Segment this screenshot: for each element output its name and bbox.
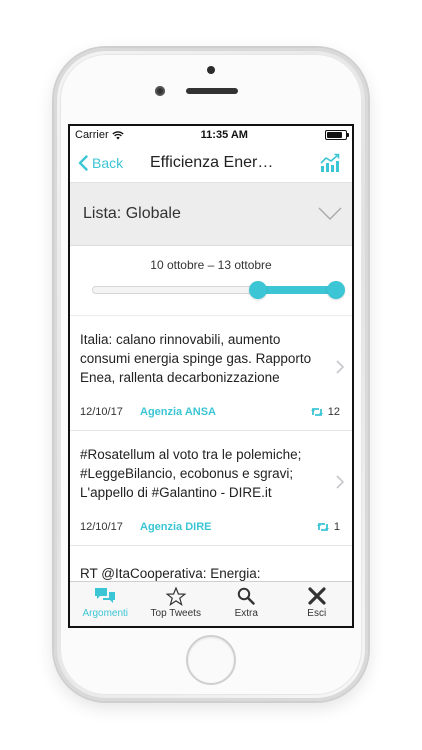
status-bar: Carrier 11:35 AM [70,126,352,144]
tab-label: Top Tweets [150,608,201,619]
carrier-label: Carrier [75,129,109,141]
tab-label: Argomenti [82,608,129,619]
slider-selection [257,286,336,294]
tab-top-tweets[interactable]: Top Tweets [141,582,212,626]
date-range-slider[interactable] [92,281,345,299]
app-screen: Carrier 11:35 AM Back Efficienza Ener… L… [68,124,354,628]
slider-start-handle[interactable] [248,281,267,299]
back-button[interactable]: Back [70,155,123,171]
tab-esci[interactable]: Esci [282,582,353,626]
retweet-icon [316,523,329,531]
nav-bar: Back Efficienza Ener… [70,144,352,183]
battery-fill [326,132,343,138]
close-icon [308,586,326,606]
chart-trend-icon[interactable] [320,153,340,173]
earpiece-speaker [186,88,238,94]
date-range: 10 ottobre – 13 ottobre [70,246,352,316]
tab-extra[interactable]: Extra [211,582,282,626]
tweet-text: #Rosatellum al voto tra le polemiche; #L… [80,447,302,500]
front-camera [155,86,165,96]
search-icon [237,586,255,606]
speech-bubbles-icon [94,586,116,606]
back-label: Back [92,155,124,171]
tweet-text: Italia: calano rinnovabili, aumento cons… [80,332,312,385]
slider-end-handle[interactable] [327,281,345,299]
date-range-label: 10 ottobre – 13 ottobre [150,258,272,272]
tweet-row[interactable]: Italia: calano rinnovabili, aumento cons… [70,316,352,431]
wifi-icon [111,130,124,139]
sensor-dot [207,66,215,74]
chevron-down-icon [318,207,342,220]
tab-bar: Argomenti Top Tweets Extra Esci [70,581,352,626]
retweet-count-value: 1 [333,521,340,533]
retweet-icon [310,408,323,416]
tab-label: Extra [234,608,258,619]
tweet-meta: 12/10/17 Agenzia DIRE 1 [80,521,340,533]
chevron-right-icon [336,360,344,374]
tweet-source[interactable]: Agenzia ANSA [140,406,216,418]
battery-icon [324,130,349,140]
status-time: 11:35 AM [200,129,248,141]
tweet-source[interactable]: Agenzia DIRE [140,521,212,533]
star-icon [165,586,186,606]
page-title: Efficienza Ener… [150,154,274,171]
retweet-count: 12 [310,406,340,418]
list-label: Lista: Globale [83,205,181,222]
tweet-date: 12/10/17 [80,521,123,533]
tweet-row[interactable]: #Rosatellum al voto tra le polemiche; #L… [70,431,352,546]
list-selector[interactable]: Lista: Globale [70,183,352,246]
retweet-count: 1 [316,521,340,533]
tweet-date: 12/10/17 [80,406,123,418]
tweet-list: Italia: calano rinnovabili, aumento cons… [70,316,352,626]
chevron-left-icon [78,155,88,171]
tab-argomenti[interactable]: Argomenti [70,582,141,626]
tweet-meta: 12/10/17 Agenzia ANSA 12 [80,406,340,418]
tab-label: Esci [307,608,327,619]
chevron-right-icon [336,475,344,489]
retweet-count-value: 12 [327,406,340,418]
home-button[interactable] [186,635,236,685]
